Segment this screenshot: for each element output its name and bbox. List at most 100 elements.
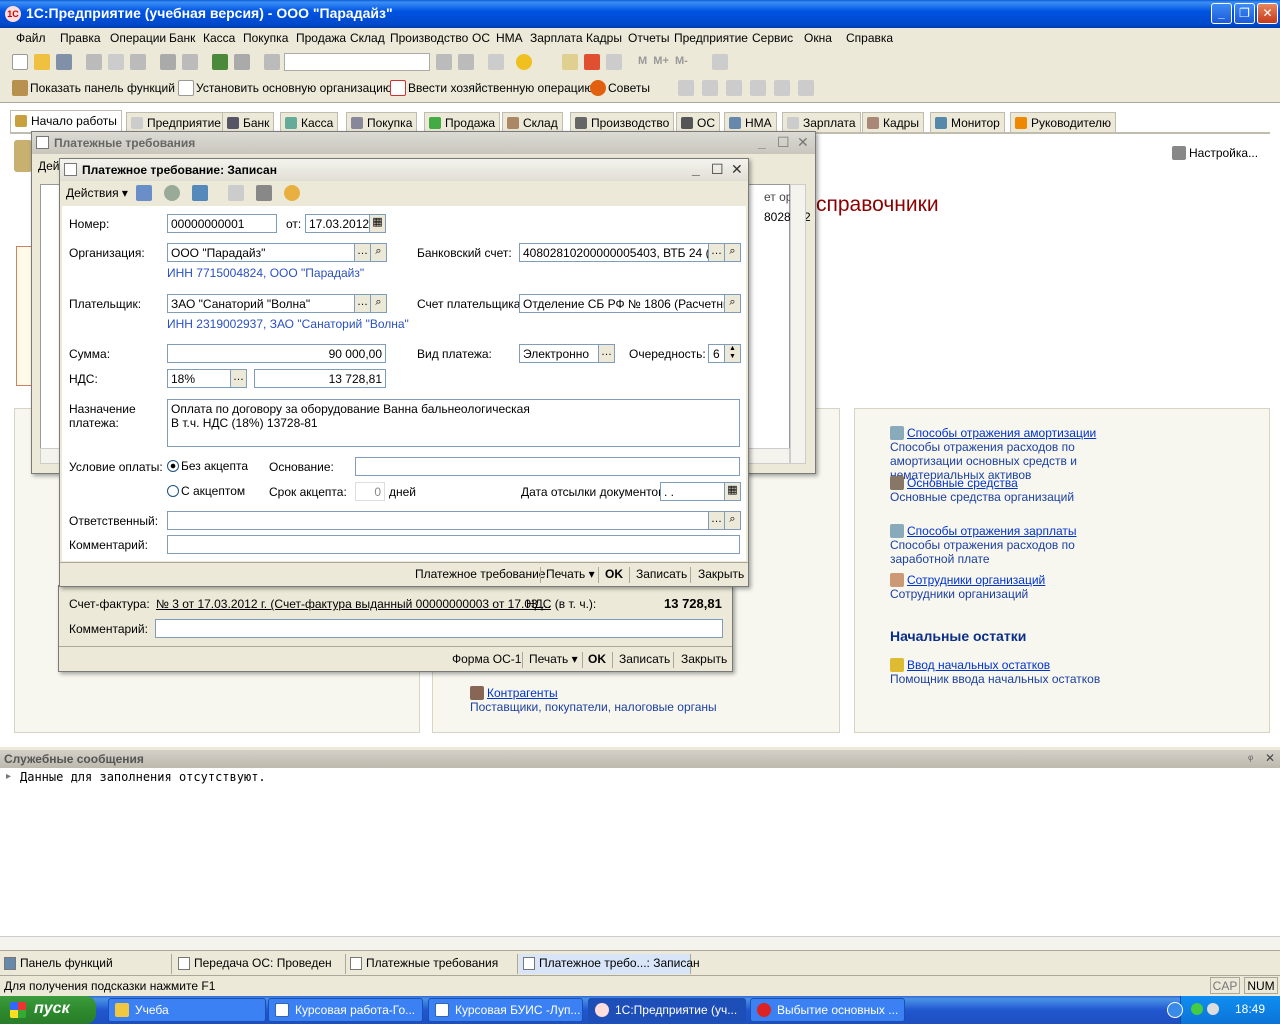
task-opera[interactable]: Выбытие основных ...	[750, 998, 905, 1022]
undo-icon[interactable]	[212, 54, 228, 70]
search-combo[interactable]	[284, 53, 430, 71]
org-search-icon[interactable]: ⌕	[370, 243, 387, 262]
start-button[interactable]: пуск	[0, 996, 96, 1024]
minimize-icon[interactable]: _	[692, 161, 700, 177]
list-actions-menu[interactable]: Дей	[38, 159, 60, 173]
task-word-1[interactable]: Курсовая работа-Го...	[268, 998, 423, 1022]
clipboard-icon[interactable]	[606, 54, 622, 70]
doc-send-date-field[interactable]: . .	[660, 482, 725, 501]
close-icon[interactable]: ✕	[1257, 3, 1278, 24]
os-ok-button[interactable]: OK	[588, 652, 606, 666]
task-word-2[interactable]: Курсовая БУИС -Луп...	[428, 998, 583, 1022]
tab-os[interactable]: ОС	[676, 112, 720, 132]
menu-purchase[interactable]: Покупка	[243, 31, 288, 45]
os-comment-field[interactable]	[155, 619, 723, 638]
tb-icon-a[interactable]	[678, 80, 694, 96]
menu-os[interactable]: ОС	[472, 31, 490, 45]
tray-expand-icon[interactable]	[1167, 1002, 1183, 1018]
vat-rate-select-button[interactable]: …	[230, 369, 247, 388]
responsible-search-icon[interactable]: ⌕	[724, 511, 741, 530]
task-ucheba[interactable]: Учеба	[108, 998, 266, 1022]
payer-search-icon[interactable]: ⌕	[370, 294, 387, 313]
tab-sales[interactable]: Продажа	[424, 112, 501, 132]
basis-field[interactable]	[355, 457, 740, 476]
tb-icon-b[interactable]	[702, 80, 718, 96]
calendar-icon[interactable]: ▦	[724, 482, 741, 501]
search-next-icon[interactable]	[436, 54, 452, 70]
tab-production[interactable]: Производство	[570, 112, 675, 132]
cut-icon[interactable]	[86, 54, 102, 70]
structure-icon[interactable]	[256, 185, 272, 201]
copy-doc-icon[interactable]	[136, 185, 152, 201]
comment-field[interactable]	[167, 535, 740, 554]
new-doc-icon[interactable]	[12, 54, 28, 70]
list-scrollbar[interactable]	[790, 184, 806, 464]
maximize-icon[interactable]: ☐	[777, 134, 790, 151]
paste-icon[interactable]	[130, 54, 146, 70]
priority-spin[interactable]: ▲ ▼	[724, 344, 741, 363]
restore-icon[interactable]: ❐	[1234, 3, 1255, 24]
search-prev-icon[interactable]	[458, 54, 474, 70]
info-icon[interactable]	[516, 54, 532, 70]
close-icon[interactable]: ✕	[797, 134, 809, 151]
save-button[interactable]: Записать	[636, 567, 687, 581]
calendar-icon[interactable]	[584, 54, 600, 70]
windowbar-os-transfer[interactable]: Передача ОС: Проведен	[174, 954, 346, 974]
tray-icon-a[interactable]	[1191, 1003, 1203, 1015]
journal-icon[interactable]	[228, 185, 244, 201]
menu-enterprise[interactable]: Предприятие	[674, 31, 748, 45]
menu-salary[interactable]: Зарплата	[530, 31, 583, 45]
find-icon[interactable]	[264, 54, 280, 70]
minimize-icon[interactable]: _	[1211, 3, 1232, 24]
org-inn-link[interactable]: ИНН 7715004824, ООО "Парадайз"	[167, 266, 364, 280]
radio-no-accept[interactable]: Без акцепта	[167, 459, 248, 473]
actions-menu[interactable]: Действия ▾	[66, 186, 128, 200]
invoice-link[interactable]: № 3 от 17.03.2012 г. (Счет-фактура выдан…	[156, 597, 551, 611]
menu-warehouse[interactable]: Склад	[350, 31, 385, 45]
radio-accept[interactable]: С акцептом	[167, 484, 245, 498]
payer-account-field[interactable]: Отделение СБ РФ № 1806 (Расчетный)	[519, 294, 725, 313]
maximize-icon[interactable]: ☐	[711, 161, 724, 178]
os-print-button[interactable]: Печать ▾	[529, 652, 578, 666]
sum-field[interactable]: 90 000,00	[167, 344, 386, 363]
menu-sales[interactable]: Продажа	[296, 31, 346, 45]
tab-hr[interactable]: Кадры	[862, 112, 924, 132]
menu-hr[interactable]: Кадры	[586, 31, 622, 45]
responsible-field[interactable]	[167, 511, 710, 530]
payer-account-search-icon[interactable]: ⌕	[724, 294, 741, 313]
menu-windows[interactable]: Окна	[804, 31, 832, 45]
tb-icon-d[interactable]	[750, 80, 766, 96]
date-field[interactable]: 17.03.2012	[305, 214, 370, 233]
accept-term-field[interactable]: 0	[355, 482, 385, 501]
tab-enterprise[interactable]: Предприятие	[126, 112, 226, 132]
vat-sum-field[interactable]: 13 728,81	[254, 369, 386, 388]
number-field[interactable]: 00000000001	[167, 214, 277, 233]
tips-button[interactable]: Советы	[608, 81, 650, 95]
employees-link[interactable]: Сотрудники организаций	[907, 573, 1045, 587]
tray-icon-b[interactable]	[1207, 1003, 1219, 1015]
calendar-icon[interactable]: ▦	[369, 214, 386, 233]
payer-field[interactable]: ЗАО "Санаторий "Волна"	[167, 294, 355, 313]
priority-field[interactable]: 6	[708, 344, 725, 363]
salary-methods-link[interactable]: Способы отражения зарплаты	[907, 524, 1076, 538]
tb-icon-c[interactable]	[726, 80, 742, 96]
windowbar-functions-panel[interactable]: Панель функций	[0, 954, 172, 974]
payment-type-select-button[interactable]: …	[598, 344, 615, 363]
tab-monitor[interactable]: Монитор	[930, 112, 1005, 132]
vat-rate-field[interactable]: 18%	[167, 369, 231, 388]
windows-icon[interactable]	[488, 54, 504, 70]
save-icon[interactable]	[56, 54, 72, 70]
memory-icons[interactable]: M M+ M-	[638, 55, 688, 67]
redo-icon[interactable]	[234, 54, 250, 70]
print-button[interactable]: Печать ▾	[546, 567, 595, 581]
minimize-icon[interactable]: _	[758, 134, 766, 150]
help-icon[interactable]	[284, 185, 300, 201]
menu-file[interactable]: Файл	[16, 31, 46, 45]
open-folder-icon[interactable]	[34, 54, 50, 70]
settings-link[interactable]: Настройка...	[1172, 146, 1258, 160]
os-save-button[interactable]: Записать	[619, 652, 670, 666]
payment-type-field[interactable]: Электронно	[519, 344, 599, 363]
close-icon[interactable]: ✕	[1265, 751, 1275, 765]
payment-request-print-button[interactable]: Платежное требование	[415, 567, 545, 581]
messages-hscrollbar[interactable]	[0, 936, 1280, 950]
